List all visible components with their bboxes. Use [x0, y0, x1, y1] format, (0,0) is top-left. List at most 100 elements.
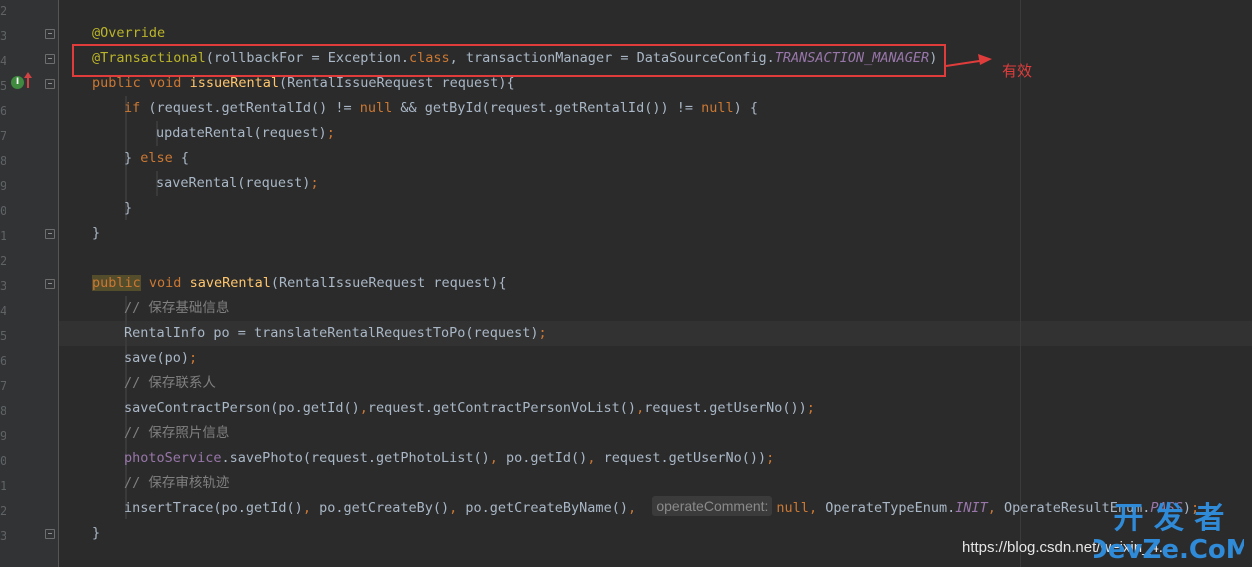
line-number: 4	[0, 54, 6, 68]
fold-marker-icon[interactable]	[45, 529, 55, 539]
code-line-update-rental[interactable]: updateRental(request);	[156, 121, 335, 146]
code-text: {	[172, 150, 190, 166]
line-number: 0	[0, 454, 6, 468]
code-line-save[interactable]: save(po);	[124, 346, 197, 371]
code-line-close-brace[interactable]: }	[124, 196, 132, 221]
override-up-arrow-icon[interactable]	[24, 72, 32, 88]
comma-token: ,	[808, 500, 818, 516]
comment-line[interactable]: // 保存基础信息	[124, 296, 229, 321]
keyword-token: null	[701, 100, 734, 116]
code-line-if[interactable]: if (request.getRentalId() != null && get…	[124, 96, 758, 121]
code-line-close-brace[interactable]: }	[92, 521, 100, 546]
comma-token: ,	[636, 400, 645, 416]
line-number: 6	[0, 104, 6, 118]
code-text: request.getContractPersonVoList()	[367, 400, 637, 416]
code-text: }	[124, 150, 141, 166]
fold-marker-icon[interactable]	[45, 54, 55, 64]
line-number: 7	[0, 129, 6, 143]
comma-token: ,	[627, 500, 637, 516]
fold-marker-icon[interactable]	[45, 29, 55, 39]
code-text: && getById(request.getRentalId()) !=	[392, 100, 702, 116]
comment-line[interactable]: // 保存联系人	[124, 371, 216, 396]
semicolon-token: ;	[189, 350, 198, 366]
right-margin-guide	[1020, 0, 1021, 567]
constant-token: INIT	[955, 500, 988, 516]
code-text: }	[92, 525, 101, 541]
line-number: 9	[0, 429, 6, 443]
code-text: po.getCreateBy()	[310, 500, 450, 516]
keyword-token: void	[148, 75, 182, 91]
semicolon-token: ;	[310, 175, 319, 191]
line-number: 4	[0, 304, 6, 318]
line-number: 3	[0, 279, 6, 293]
devze-logo: 开 发 者 DevZe.CoM	[1094, 501, 1244, 564]
keyword-token: void	[148, 275, 182, 291]
line-number: 3	[0, 529, 6, 543]
keyword-token: public	[92, 75, 141, 91]
comma-token: ,	[489, 450, 498, 466]
keyword-token: public	[92, 275, 141, 291]
line-number: 8	[0, 154, 6, 168]
semicolon-token: ;	[538, 325, 547, 341]
method-name-token: saveRental	[189, 275, 271, 291]
code-text: saveRental(request)	[156, 175, 311, 191]
code-text: ) {	[733, 100, 758, 116]
code-line-save-contract-person[interactable]: saveContractPerson(po.getId(),request.ge…	[124, 396, 815, 421]
line-number: 8	[0, 404, 6, 418]
comma-token: ,	[359, 400, 368, 416]
semicolon-token: ;	[326, 125, 335, 141]
code-line-save-photo[interactable]: photoService.savePhoto(request.getPhotoL…	[124, 446, 774, 471]
highlight-box	[72, 44, 946, 77]
code-text: (request.getRentalId() !=	[140, 100, 360, 116]
logo-line-2: DevZe.CoM	[1094, 535, 1244, 564]
code-text: RentalInfo po = translateRentalRequestTo…	[124, 325, 539, 341]
keyword-token: null	[359, 100, 393, 116]
code-line-save-rental[interactable]: public void saveRental(RentalIssueReques…	[92, 271, 507, 296]
line-number: 5	[0, 329, 6, 343]
implementing-method-icon[interactable]: I	[11, 76, 24, 89]
annotation-token: @Override	[92, 25, 166, 41]
line-number: 5	[0, 79, 6, 93]
keyword-token: if	[124, 100, 141, 116]
code-line-close-brace[interactable]: }	[92, 221, 100, 246]
code-text: (RentalIssueRequest request){	[278, 75, 515, 91]
line-number: 1	[0, 479, 6, 493]
code-text: .savePhoto(request.getPhotoList()	[221, 450, 490, 466]
code-text: request.getUserNo())	[595, 450, 767, 466]
comment-line[interactable]: // 保存审核轨迹	[124, 471, 229, 496]
annotation-label: 有效	[1002, 62, 1033, 80]
code-text: po.getId()	[497, 450, 588, 466]
keyword-token: else	[140, 150, 173, 166]
code-text: saveContractPerson(po.getId()	[124, 400, 360, 416]
fold-marker-icon[interactable]	[45, 279, 55, 289]
line-number: 2	[0, 254, 6, 268]
method-name-token: issueRental	[189, 75, 279, 91]
fold-marker-icon[interactable]	[45, 79, 55, 89]
red-arrow-icon	[945, 54, 992, 67]
code-text: po.getCreateByName()	[457, 500, 628, 516]
code-text: }	[92, 225, 101, 241]
keyword-token: null	[776, 500, 809, 516]
code-line-translate[interactable]: RentalInfo po = translateRentalRequestTo…	[124, 321, 547, 346]
comment-line[interactable]: // 保存照片信息	[124, 421, 229, 446]
line-number: 2	[0, 504, 6, 518]
logo-line-1: 开 发 者	[1114, 501, 1225, 536]
code-text: }	[124, 200, 133, 216]
comma-token: ,	[302, 500, 311, 516]
line-number: 0	[0, 204, 6, 218]
line-number: 2	[0, 4, 6, 18]
fold-marker-icon[interactable]	[45, 229, 55, 239]
code-line-save-rental-call[interactable]: saveRental(request);	[156, 171, 319, 196]
comma-token: ,	[987, 500, 996, 516]
semicolon-token: ;	[766, 450, 775, 466]
code-line-override[interactable]: @Override	[92, 21, 165, 46]
field-token: photoService	[124, 450, 222, 466]
line-number: 1	[0, 229, 6, 243]
code-text: OperateTypeEnum.	[817, 500, 956, 516]
code-line-insert-trace[interactable]: insertTrace(po.getId(), po.getCreateBy()…	[124, 496, 1199, 521]
line-number: 7	[0, 379, 6, 393]
code-text: (RentalIssueRequest request){	[270, 275, 507, 291]
semicolon-token: ;	[806, 400, 815, 416]
line-number: 6	[0, 354, 6, 368]
code-line-else[interactable]: } else {	[124, 146, 189, 171]
